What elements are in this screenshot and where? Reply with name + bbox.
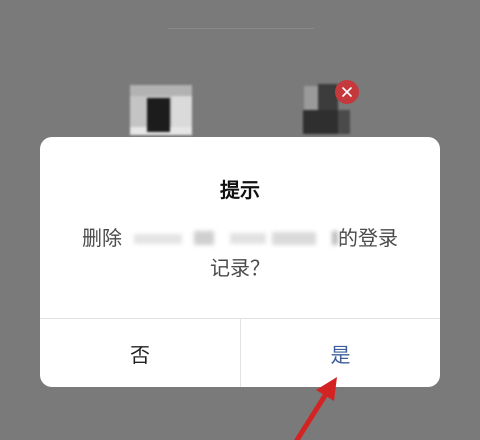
arrow-shaft <box>294 391 329 440</box>
dialog-message-line2: 记录？ <box>210 256 270 280</box>
dialog-message-suffix: 的登录 <box>338 226 398 250</box>
redaction-smudge <box>272 232 316 245</box>
remove-account-button[interactable] <box>335 80 359 104</box>
redaction-smudge <box>134 234 182 244</box>
divider-line <box>168 28 314 29</box>
avatar-mosaic-block <box>338 110 350 134</box>
confirm-button[interactable]: 是 <box>241 319 440 387</box>
redacted-username <box>122 225 338 251</box>
cancel-button-label: 否 <box>130 342 150 367</box>
login-screen-overlay: 提示 删除 的登录 记录？ 否 是 <box>0 0 480 440</box>
confirm-button-label: 是 <box>330 342 351 367</box>
close-icon <box>342 87 352 97</box>
avatar-mosaic-block <box>147 98 170 132</box>
avatar-mosaic-block <box>130 85 192 96</box>
dialog-message: 删除 的登录 <box>40 225 440 251</box>
saved-account-avatar[interactable] <box>130 85 192 135</box>
confirm-dialog: 提示 删除 的登录 记录？ 否 是 <box>40 137 440 387</box>
cancel-button[interactable]: 否 <box>40 319 240 387</box>
redaction-smudge <box>332 231 338 245</box>
dialog-message-prefix: 删除 <box>82 226 122 250</box>
dialog-title: 提示 <box>220 178 260 202</box>
redaction-smudge <box>230 233 266 244</box>
redaction-smudge <box>194 231 214 245</box>
